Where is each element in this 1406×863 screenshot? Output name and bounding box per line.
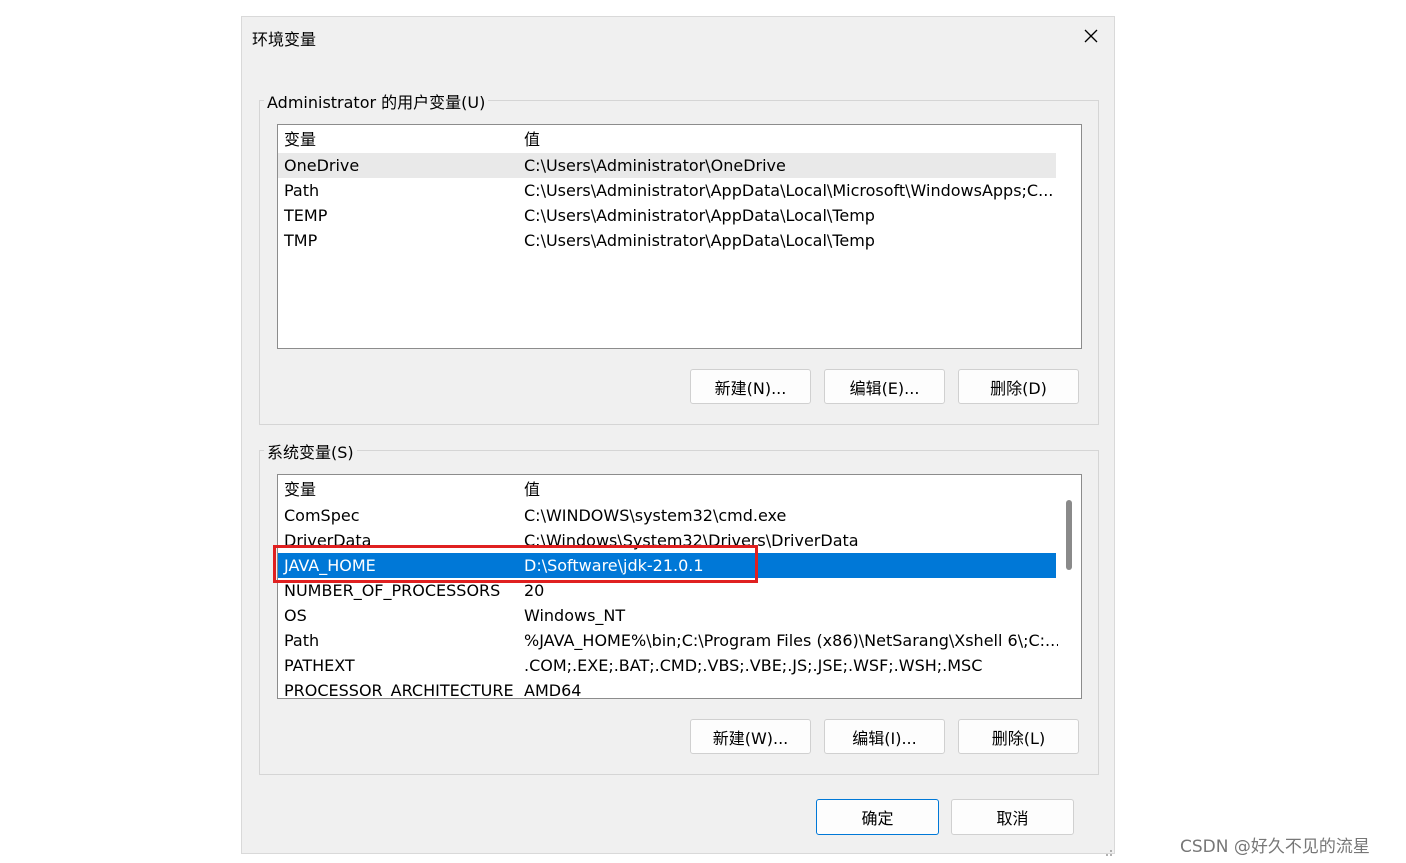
system-edit-button[interactable]: 编辑(I)... — [824, 719, 945, 754]
system-variables-list[interactable]: 变量 值 ComSpec C:\WINDOWS\system32\cmd.exe… — [277, 474, 1082, 699]
variable-name: Path — [284, 181, 320, 200]
variable-value: C:\Users\Administrator\AppData\Local\Tem… — [524, 231, 875, 250]
variable-value: %JAVA_HOME%\bin;C:\Program Files (x86)\N… — [524, 631, 1061, 650]
variable-name: Path — [284, 631, 320, 650]
variable-value: C:\Users\Administrator\OneDrive — [524, 156, 786, 175]
variable-value: C:\Users\Administrator\AppData\Local\Mic… — [524, 181, 1054, 200]
user-edit-button[interactable]: 编辑(E)... — [824, 369, 945, 404]
variable-name: PROCESSOR_ARCHITECTURE — [284, 681, 514, 699]
user-variables-label: Administrator 的用户变量(U) — [264, 89, 489, 113]
close-icon[interactable] — [1076, 21, 1106, 51]
scrollbar-thumb[interactable] — [1066, 500, 1072, 570]
table-row[interactable]: Path %JAVA_HOME%\bin;C:\Program Files (x… — [278, 628, 1060, 653]
list-header: 变量 值 — [278, 477, 1058, 502]
variable-value: AMD64 — [524, 681, 582, 699]
highlight-annotation — [273, 545, 758, 583]
system-variables-label: 系统变量(S) — [264, 439, 357, 463]
table-row[interactable]: TMP C:\Users\Administrator\AppData\Local… — [278, 228, 1056, 253]
table-row[interactable]: PATHEXT .COM;.EXE;.BAT;.CMD;.VBS;.VBE;.J… — [278, 653, 1056, 678]
system-delete-button[interactable]: 删除(L) — [958, 719, 1079, 754]
variable-name: ComSpec — [284, 506, 360, 525]
column-header-name[interactable]: 变量 — [284, 127, 316, 152]
watermark: CSDN @好久不见的流星 — [1180, 837, 1370, 857]
table-row[interactable]: TEMP C:\Users\Administrator\AppData\Loca… — [278, 203, 1056, 228]
cancel-button[interactable]: 取消 — [951, 799, 1074, 835]
table-row[interactable]: OS Windows_NT — [278, 603, 1056, 628]
system-new-button[interactable]: 新建(W)... — [690, 719, 811, 754]
variable-name: TEMP — [284, 206, 328, 225]
user-new-button[interactable]: 新建(N)... — [690, 369, 811, 404]
variable-value: C:\Users\Administrator\AppData\Local\Tem… — [524, 206, 875, 225]
user-variables-list[interactable]: 变量 值 OneDrive C:\Users\Administrator\One… — [277, 124, 1082, 349]
variable-name: OS — [284, 606, 307, 625]
table-row[interactable]: PROCESSOR_ARCHITECTURE AMD64 — [278, 678, 1056, 699]
user-delete-button[interactable]: 删除(D) — [958, 369, 1079, 404]
ok-button[interactable]: 确定 — [816, 799, 939, 835]
variable-name: TMP — [284, 231, 318, 250]
column-header-value[interactable]: 值 — [524, 127, 540, 152]
environment-variables-dialog: 环境变量 Administrator 的用户变量(U) 变量 值 OneDriv… — [241, 16, 1115, 856]
column-header-value[interactable]: 值 — [524, 477, 540, 502]
resize-grip-icon[interactable] — [1103, 842, 1113, 856]
variable-value: Windows_NT — [524, 606, 626, 625]
table-row[interactable]: Path C:\Users\Administrator\AppData\Loca… — [278, 178, 1056, 203]
dialog-title: 环境变量 — [252, 30, 317, 49]
variable-value: .COM;.EXE;.BAT;.CMD;.VBS;.VBE;.JS;.JSE;.… — [524, 656, 983, 675]
table-row[interactable]: ComSpec C:\WINDOWS\system32\cmd.exe — [278, 503, 1056, 528]
list-header: 变量 值 — [278, 127, 1058, 152]
column-header-name[interactable]: 变量 — [284, 477, 316, 502]
variable-name: PATHEXT — [284, 656, 355, 675]
variable-name: OneDrive — [284, 156, 360, 175]
variable-value: C:\WINDOWS\system32\cmd.exe — [524, 506, 787, 525]
scrollbar[interactable] — [1058, 476, 1080, 698]
table-row[interactable]: OneDrive C:\Users\Administrator\OneDrive — [278, 153, 1056, 178]
